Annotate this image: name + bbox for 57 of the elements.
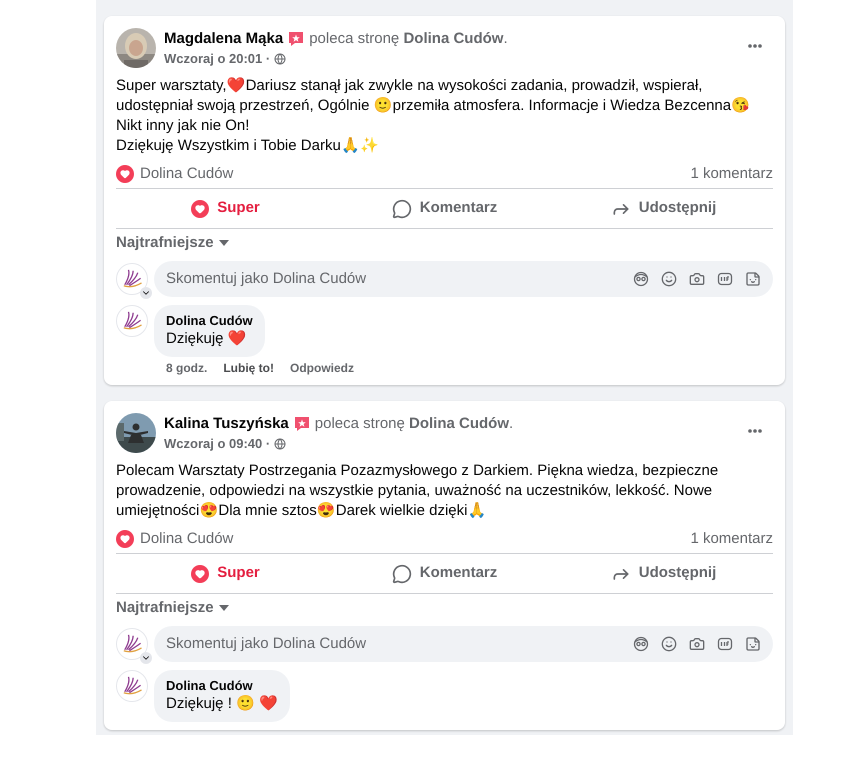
comment-action[interactable]: Odpowiedz — [290, 359, 354, 377]
comment-action[interactable]: Lubię to! — [223, 359, 274, 377]
recommendation-text: poleca stronę Dolina Cudów. — [309, 29, 508, 49]
sticker-icon[interactable] — [745, 636, 761, 652]
avatar-icon[interactable] — [633, 271, 649, 287]
comment-text: Dziękuję ! 🙂 ❤ — [166, 694, 278, 714]
reaction-summary[interactable]: Dolina Cudów — [140, 162, 234, 186]
globe-icon — [274, 438, 286, 450]
more-icon — [748, 429, 762, 433]
camera-icon[interactable] — [689, 271, 705, 287]
comment-field[interactable]: Skomentuj jako Dolina Cudów — [154, 626, 773, 662]
comment-author[interactable]: Dolina Cudów — [166, 678, 278, 694]
recommendation-icon — [287, 30, 306, 48]
share-button[interactable]: Udostępnij — [554, 554, 773, 593]
comment-count[interactable]: 1 komentarz — [690, 528, 773, 550]
author-name[interactable]: Kalina Tuszyńska — [164, 414, 289, 434]
gif-icon[interactable] — [717, 636, 733, 652]
comment-text: Dziękuję ❤ — [166, 329, 248, 349]
recommendation-text: poleca stronę Dolina Cudów. — [314, 414, 514, 434]
caret-icon — [218, 604, 230, 612]
share-button[interactable]: Udostępnij — [554, 189, 773, 228]
chevron-icon[interactable] — [140, 652, 152, 664]
avatar-icon[interactable] — [633, 636, 649, 652]
emoji-icon[interactable] — [661, 636, 677, 652]
caret-icon — [218, 239, 230, 247]
author-name[interactable]: Magdalena Mąka — [164, 29, 284, 49]
page-avatar — [116, 628, 148, 660]
recommendation-icon — [292, 415, 311, 433]
sticker-icon[interactable] — [745, 271, 761, 287]
sort-dropdown[interactable]: Najtrafniejsze — [116, 594, 230, 622]
react-button[interactable]: Super — [116, 554, 335, 593]
comment-author[interactable]: Dolina Cudów — [166, 313, 253, 329]
post-text: Polecam Warsztaty Postrzegania Pozazmysłowego z Darkiem. Piękna wiedza, bezpieczne prowadzenie, odpowiedzi na wszystkie pytania, uważność na uczestników, lekkość. Nowe umiejętności😍Dla mnie sztos😍Darek wielkie dzięki🙏 — [116, 461, 720, 521]
camera-icon[interactable] — [689, 636, 705, 652]
reaction-summary[interactable]: Dolina Cudów — [140, 528, 234, 550]
comment-icon — [392, 198, 412, 218]
post-text: Super warsztaty,❤Dariusz stanął jak zwykle na wysokości zadania, prowadził, wspierał, udostępniał swoją przestrzeń, Ogólnie 🙂przemiła atmosfera. Informacje i Wiedza Bezcenna😘 Nikt inny jak nie On! Dziękuję Wszystkim i Tobie Darku🙏✨ — [116, 76, 752, 156]
page-avatar — [116, 305, 148, 337]
globe-icon — [274, 53, 286, 65]
gif-icon[interactable] — [717, 271, 733, 287]
comment-button[interactable]: Komentarz — [335, 189, 554, 228]
react-button[interactable]: Super — [116, 189, 335, 228]
post-time[interactable]: Wczoraj o 20:01 · — [164, 51, 270, 67]
more-icon — [748, 44, 762, 48]
comment-time: 8 godz. — [166, 360, 208, 377]
comment-field[interactable]: Skomentuj jako Dolina Cudów — [154, 261, 773, 297]
comment-icon — [392, 564, 412, 584]
emoji-icon[interactable] — [661, 271, 677, 287]
sort-dropdown[interactable]: Najtrafniejsze — [116, 229, 230, 257]
comment-count[interactable]: 1 komentarz — [690, 162, 773, 186]
comment-input[interactable]: Skomentuj jako Dolina Cudów — [166, 632, 633, 656]
post-time[interactable]: Wczoraj o 09:40 · — [164, 436, 270, 452]
comment-input[interactable]: Skomentuj jako Dolina Cudów — [166, 268, 633, 290]
page-avatar — [116, 263, 148, 295]
chevron-icon[interactable] — [140, 287, 152, 299]
comment-button[interactable]: Komentarz — [335, 554, 554, 593]
page-avatar — [116, 670, 148, 702]
